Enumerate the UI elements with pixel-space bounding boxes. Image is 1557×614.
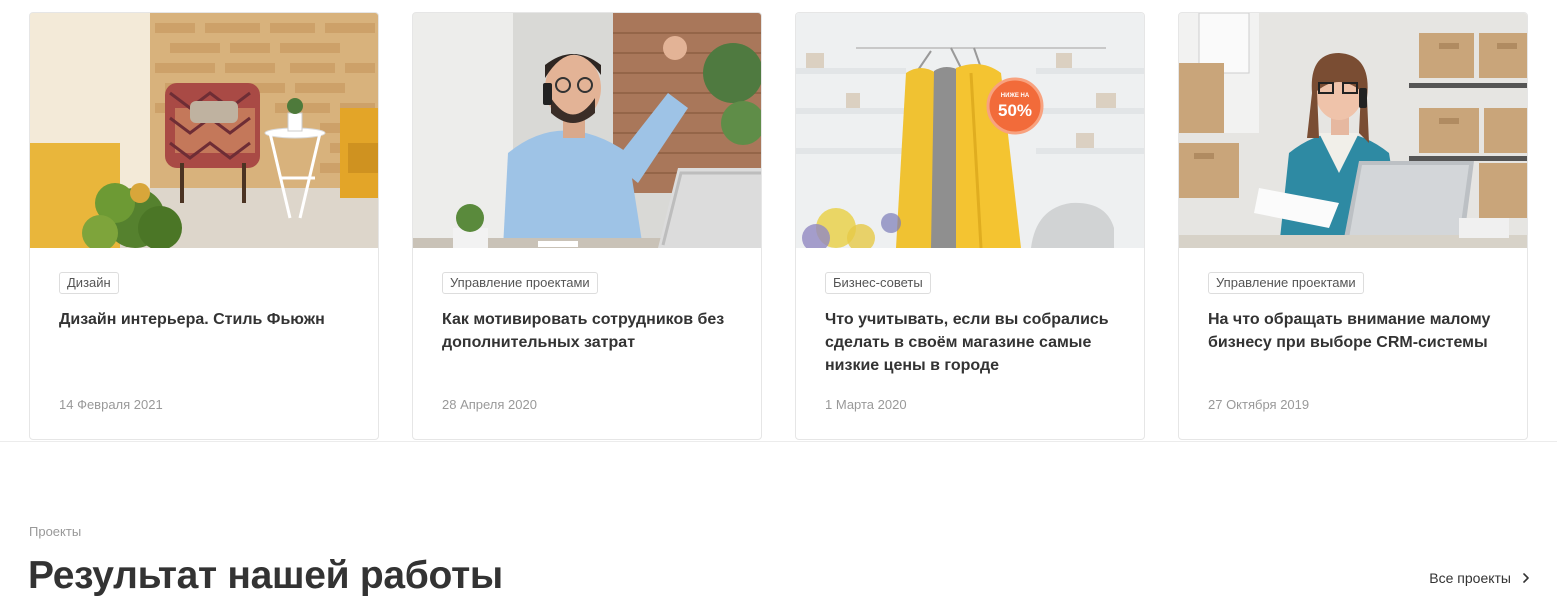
article-title[interactable]: Дизайн интерьера. Стиль Фьюжн bbox=[59, 308, 354, 331]
article-card[interactable]: Управление проектами На что обращать вни… bbox=[1178, 12, 1528, 440]
article-card[interactable]: Управление проектами Как мотивировать со… bbox=[412, 12, 762, 440]
article-tag[interactable]: Управление проектами bbox=[1208, 272, 1364, 294]
article-date: 28 Апреля 2020 bbox=[442, 397, 537, 412]
articles-grid: Дизайн Дизайн интерьера. Стиль Фьюжн 14 … bbox=[29, 12, 1529, 441]
article-image-clothes-sale[interactable]: НИЖЕ НА 50% bbox=[796, 13, 1145, 248]
article-tag[interactable]: Дизайн bbox=[59, 272, 119, 294]
all-projects-link[interactable]: Все проекты bbox=[1429, 570, 1531, 586]
article-image-woman-laptop[interactable] bbox=[1179, 13, 1528, 248]
article-title[interactable]: Что учитывать, если вы собрались сделать… bbox=[825, 308, 1120, 377]
article-card[interactable]: НИЖЕ НА 50% Бизнес-советы Что учитывать,… bbox=[795, 12, 1145, 440]
chevron-right-icon[interactable] bbox=[1521, 572, 1531, 584]
article-date: 27 Октября 2019 bbox=[1208, 397, 1310, 412]
all-projects-label[interactable]: Все проекты bbox=[1429, 570, 1511, 586]
sale-badge-big: 50% bbox=[998, 101, 1032, 120]
article-date: 14 Февраля 2021 bbox=[59, 397, 163, 412]
article-card[interactable]: Дизайн Дизайн интерьера. Стиль Фьюжн 14 … bbox=[29, 12, 379, 440]
article-image-man-phone[interactable] bbox=[413, 13, 762, 248]
article-title[interactable]: Как мотивировать сотрудников без дополни… bbox=[442, 308, 737, 354]
sale-badge-small: НИЖЕ НА bbox=[1001, 93, 1030, 99]
article-tag[interactable]: Бизнес-советы bbox=[825, 272, 931, 294]
article-title[interactable]: На что обращать внимание малому бизнесу … bbox=[1208, 308, 1503, 354]
article-image-interior[interactable] bbox=[30, 13, 379, 248]
article-tag[interactable]: Управление проектами bbox=[442, 272, 598, 294]
section-divider bbox=[0, 441, 1557, 442]
section-heading: Результат нашей работы bbox=[28, 554, 503, 597]
article-date: 1 Марта 2020 bbox=[825, 397, 907, 412]
section-eyebrow: Проекты bbox=[29, 524, 82, 539]
